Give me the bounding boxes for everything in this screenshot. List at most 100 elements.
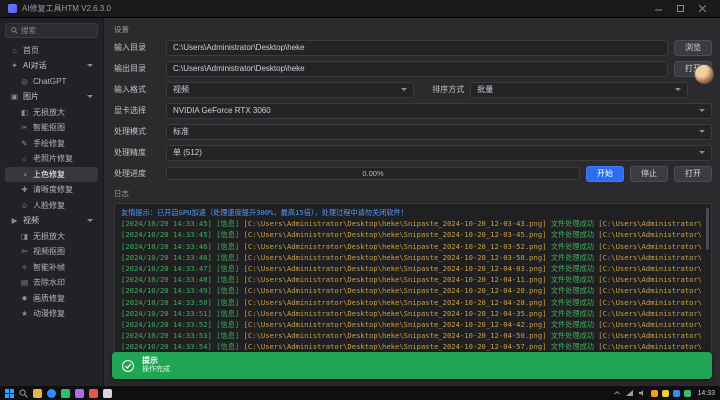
tray-chevron-up-icon[interactable] — [613, 389, 621, 397]
maximize-button[interactable] — [670, 2, 690, 16]
taskbar: 14:33 — [0, 386, 720, 400]
sidebar-group-ai-chat[interactable]: ✦ AI对话 — [5, 59, 98, 74]
log-time: [2024/10/20 14:33:47] [信息] — [121, 264, 239, 273]
log-output: [C:\Users\Administrator\Desktop\heke\Sni… — [598, 219, 701, 228]
main-panel: 设置 输入目录 C:\Users\Administrator\Desktop\h… — [104, 18, 720, 386]
taskbar-app-icon[interactable] — [75, 389, 84, 398]
clarity-icon: ✚ — [20, 185, 29, 194]
log-time: [2024/10/20 14:33:45] [信息] — [121, 219, 239, 228]
gpu-select[interactable]: NVIDIA GeForce RTX 3060 — [166, 103, 712, 119]
log-status: 文件处理成功 — [551, 286, 594, 295]
window-controls — [648, 2, 712, 16]
sidebar-item-old-photo-restore[interactable]: ☼ 老照片修复 — [5, 152, 98, 167]
log-time: [2024/10/20 14:33:48] [信息] — [121, 275, 239, 284]
sidebar-item-face-restore[interactable]: ☺ 人脸修复 — [5, 198, 98, 213]
log-line: [2024/10/20 14:33:48] [信息] [C:\Users\Adm… — [121, 274, 701, 285]
sidebar-group-image[interactable]: ▣ 图片 — [5, 90, 98, 105]
log-file: [C:\Users\Administrator\Desktop\heke\Sni… — [244, 298, 547, 307]
log-time: [2024/10/20 14:33:46] [信息] — [121, 242, 239, 251]
sort-select[interactable]: 批量 — [470, 82, 688, 98]
chevron-down-icon — [87, 64, 93, 67]
mode-select[interactable]: 标准 — [166, 124, 712, 140]
face-icon: ☺ — [20, 201, 29, 210]
sidebar-item-quality-restore[interactable]: ✸ 画质修复 — [5, 291, 98, 306]
log-output: [C:\Users\Administrator\Desktop\heke\Sni… — [598, 298, 701, 307]
log-line: [2024/10/20 14:33:49] [信息] [C:\Users\Adm… — [121, 285, 701, 296]
chevron-down-icon — [699, 109, 705, 112]
user-avatar[interactable] — [694, 64, 714, 84]
log-file: [C:\Users\Administrator\Desktop\heke\Sni… — [244, 320, 547, 329]
sidebar-item-video-upscale[interactable]: ◨ 无损放大 — [5, 229, 98, 244]
log-status: 文件处理成功 — [551, 309, 594, 318]
open-button[interactable]: 打开 — [674, 166, 712, 182]
log-line: [2024/10/20 14:33:46] [信息] [C:\Users\Adm… — [121, 252, 701, 263]
app-body: 搜索 ⌂ 首页 ✦ AI对话 ◎ ChatGPT ▣ 图片 ◧ — [0, 18, 720, 386]
tray-icon-green[interactable] — [684, 390, 691, 397]
sidebar-item-home[interactable]: ⌂ 首页 — [5, 43, 98, 58]
sidebar-item-clarity-restore[interactable]: ✚ 清晰度修复 — [5, 183, 98, 198]
precision-select[interactable]: 单 (512) — [166, 145, 712, 161]
tray-icon-orange[interactable] — [651, 390, 658, 397]
output-dir-field[interactable]: C:\Users\Administrator\Desktop\heke — [166, 61, 668, 77]
gpu-label: 显卡选择 — [114, 105, 160, 116]
sidebar-item-image-upscale[interactable]: ◧ 无损放大 — [5, 105, 98, 120]
stop-button[interactable]: 停止 — [630, 166, 668, 182]
search-placeholder: 搜索 — [21, 25, 36, 36]
sidebar-item-frame-interp[interactable]: ✧ 智能补帧 — [5, 260, 98, 275]
upscale-icon: ◧ — [20, 108, 29, 117]
output-dir-label: 输出目录 — [114, 63, 160, 74]
tray-icon-blue[interactable] — [673, 390, 680, 397]
log-time: [2024/10/20 14:33:50] [信息] — [121, 298, 239, 307]
sidebar-search-input[interactable]: 搜索 — [5, 23, 98, 38]
log-file: [C:\Users\Administrator\Desktop\heke\Sni… — [244, 264, 547, 273]
log-line: [2024/10/20 14:33:50] [信息] [C:\Users\Adm… — [121, 297, 701, 308]
sidebar-item-colorize-restore[interactable]: ◑ 上色修复 — [5, 167, 98, 182]
quality-icon: ✸ — [20, 294, 29, 303]
log-file: [C:\Users\Administrator\Desktop\heke\Sni… — [244, 286, 547, 295]
input-dir-field[interactable]: C:\Users\Administrator\Desktop\heke — [166, 40, 668, 56]
log-time: [2024/10/20 14:33:45] [信息] — [121, 230, 239, 239]
input-dir-label: 输入目录 — [114, 42, 160, 53]
minimize-button[interactable] — [648, 2, 668, 16]
sidebar-item-image-matting[interactable]: ✂ 智能抠图 — [5, 121, 98, 136]
close-button[interactable] — [692, 2, 712, 16]
progress-bar: 0.00% — [166, 167, 580, 180]
sidebar-item-chatgpt[interactable]: ◎ ChatGPT — [5, 74, 98, 89]
chevron-down-icon — [699, 130, 705, 133]
sidebar-item-sketch-restore[interactable]: ✎ 手绘修复 — [5, 136, 98, 151]
log-output: [C:\Users\Administrator\Desktop\heke\Sni… — [598, 264, 701, 273]
log-output: [C:\Users\Administrator\Desktop\heke\Sni… — [598, 275, 701, 284]
log-status: 文件处理成功 — [551, 253, 594, 262]
taskbar-browser-icon[interactable] — [47, 389, 56, 398]
tray-icon-yellow[interactable] — [662, 390, 669, 397]
chevron-down-icon — [87, 95, 93, 98]
log-time: [2024/10/20 14:33:49] [信息] — [121, 286, 239, 295]
sidebar-item-anime-restore[interactable]: ★ 动漫修复 — [5, 307, 98, 322]
taskbar-search-icon[interactable] — [19, 389, 28, 398]
format-label: 输入格式 — [114, 84, 160, 95]
log-time: [2024/10/20 14:33:53] [信息] — [121, 331, 239, 340]
taskbar-clock[interactable]: 14:33 — [695, 390, 715, 397]
frame-interp-icon: ✧ — [20, 263, 29, 272]
log-scrollbar[interactable] — [706, 208, 709, 250]
sidebar-item-video-matting[interactable]: ✄ 视频抠图 — [5, 245, 98, 260]
start-button[interactable] — [5, 389, 14, 398]
log-line: [2024/10/20 14:33:54] [信息] [C:\Users\Adm… — [121, 341, 701, 352]
volume-icon[interactable] — [638, 389, 647, 397]
network-icon[interactable] — [625, 389, 634, 397]
taskbar-app-icon[interactable] — [89, 389, 98, 398]
log-section-label: 日志 — [114, 188, 712, 199]
format-select[interactable]: 视频 — [166, 82, 414, 98]
taskbar-explorer-icon[interactable] — [33, 389, 42, 398]
image-icon: ▣ — [10, 92, 19, 101]
browse-button[interactable]: 浏览 — [674, 40, 712, 56]
sidebar-item-watermark-remove[interactable]: ▤ 去除水印 — [5, 276, 98, 291]
log-line: [2024/10/20 14:33:53] [信息] [C:\Users\Adm… — [121, 330, 701, 341]
titlebar: AI修复工具HTM V2.6.3.0 — [0, 0, 720, 18]
success-toast: 提示 操作完成 — [112, 352, 712, 379]
taskbar-app-icon[interactable] — [103, 389, 112, 398]
log-file: [C:\Users\Administrator\Desktop\heke\Sni… — [244, 230, 547, 239]
start-button[interactable]: 开始 — [586, 166, 624, 182]
sidebar-group-video[interactable]: ▶ 视频 — [5, 214, 98, 229]
taskbar-app-icon[interactable] — [61, 389, 70, 398]
